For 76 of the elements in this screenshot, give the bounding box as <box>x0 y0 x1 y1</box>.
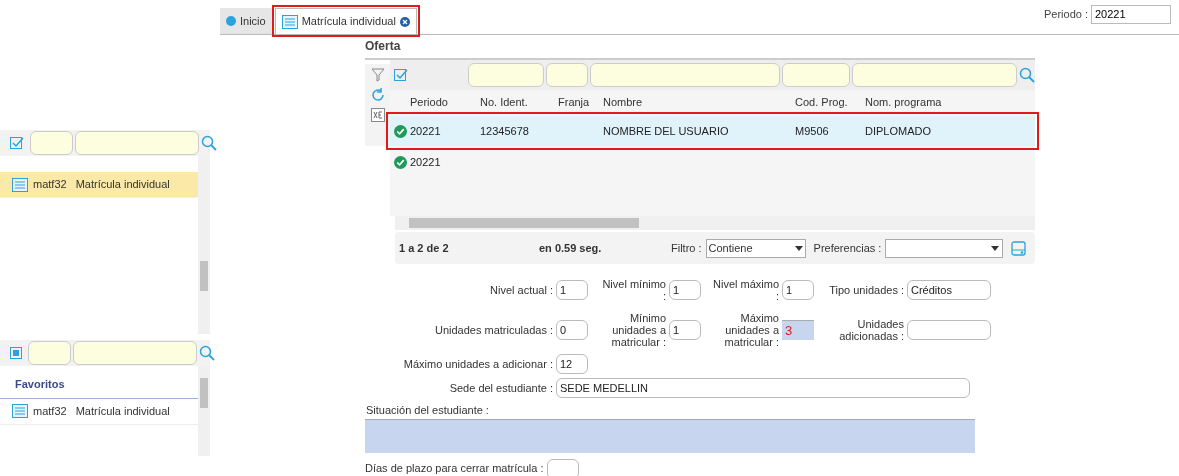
text-area[interactable] <box>365 418 975 453</box>
refresh-icon[interactable] <box>370 88 385 102</box>
input-field[interactable]: Créditos <box>907 280 991 300</box>
field-label: Situación del estudiante : <box>366 403 490 418</box>
field-label: Nivel mínimo : <box>601 278 666 302</box>
list-icon <box>12 404 28 418</box>
column-header[interactable]: Franja <box>558 93 603 110</box>
filter-field[interactable] <box>75 131 199 155</box>
field-label: Máximo unidades a matricular : <box>723 312 779 348</box>
filter-field[interactable] <box>73 341 197 365</box>
filter-field[interactable] <box>782 63 850 87</box>
caret-icon <box>991 245 1000 251</box>
search-icon[interactable] <box>199 345 215 361</box>
filter-field[interactable] <box>546 63 588 87</box>
table-cell: 20221 <box>410 124 441 137</box>
table-cell: DIPLOMADO <box>865 124 931 137</box>
table-cell: NOMBRE DEL USUARIO <box>603 124 729 137</box>
column-header[interactable]: Periodo <box>410 93 480 110</box>
search-icon[interactable] <box>201 135 217 151</box>
input-field[interactable]: 0 <box>556 320 588 340</box>
checkbox-icon[interactable] <box>394 68 408 82</box>
excel-icon[interactable] <box>370 108 385 122</box>
filter-field[interactable] <box>852 63 1017 87</box>
period-field[interactable]: 20221 <box>1091 5 1171 24</box>
search-icon[interactable] <box>1019 67 1035 83</box>
input-field[interactable]: 12 <box>556 354 588 374</box>
field-label: Días de plazo para cerrar matrícula : <box>365 461 544 476</box>
tab[interactable]: Matrícula individual <box>274 8 417 34</box>
preferences-label: Preferencias : <box>813 240 882 256</box>
list-icon <box>12 177 28 192</box>
checkbox-icon[interactable] <box>10 136 24 150</box>
filter-field[interactable] <box>468 63 544 87</box>
check-circle-icon <box>394 124 407 138</box>
period-label: Periodo : <box>1043 7 1088 23</box>
column-header[interactable]: Nom. programa <box>865 93 1035 110</box>
square-icon[interactable] <box>10 347 22 359</box>
filter-label: Filtro : <box>671 240 702 256</box>
scrollbar[interactable] <box>198 366 210 456</box>
dot-icon <box>226 16 236 26</box>
field-label: Máximo unidades a adicionar : <box>402 356 553 372</box>
filter-field[interactable] <box>28 341 71 365</box>
field-label: Sede del estudiante : <box>448 380 553 396</box>
record-count: 1 a 2 de 2 <box>399 240 450 256</box>
input-field[interactable] <box>546 458 579 476</box>
filter-clear-icon[interactable] <box>370 68 385 82</box>
input-field[interactable]: 1 <box>782 280 814 300</box>
field-label: Nivel actual : <box>489 284 553 296</box>
preferences-dropdown[interactable] <box>885 238 1004 258</box>
input-field[interactable]: SEDE MEDELLIN <box>556 378 970 398</box>
close-icon[interactable] <box>399 16 410 27</box>
field-label: Unidades matriculadas : <box>434 324 553 336</box>
input-field[interactable]: 1 <box>556 280 588 300</box>
column-header[interactable]: Nombre <box>603 93 795 110</box>
tab[interactable]: Inicio <box>220 8 272 34</box>
input-field[interactable]: 1 <box>669 280 701 300</box>
table-cell: 12345678 <box>480 124 529 137</box>
caret-icon <box>794 245 803 251</box>
field-label: Tipo unidades : <box>828 284 904 296</box>
list-icon <box>281 14 298 29</box>
field-label: Nivel máximo : <box>713 278 779 302</box>
field-label: Unidades adicionadas : <box>838 318 904 342</box>
field-label: Mínimo unidades a matricular : <box>610 312 666 348</box>
filter-field[interactable] <box>30 131 73 155</box>
save-icon[interactable] <box>1011 240 1027 256</box>
column-header[interactable]: No. Ident. <box>480 93 558 110</box>
table-cell: M9506 <box>795 124 829 137</box>
scrollbar[interactable] <box>198 156 210 334</box>
filter-dropdown[interactable]: Contiene <box>705 238 806 258</box>
table-cell: 20221 <box>410 155 441 168</box>
input-field[interactable]: 1 <box>669 320 701 340</box>
column-header[interactable]: Cod. Prog. <box>795 93 865 110</box>
filter-field[interactable] <box>590 63 780 87</box>
input-field[interactable] <box>907 320 991 340</box>
check-circle-icon <box>394 155 407 169</box>
query-time: en 0.59 seg. <box>539 240 603 256</box>
menu-item[interactable]: matf32 Matrícula individual <box>0 172 198 198</box>
